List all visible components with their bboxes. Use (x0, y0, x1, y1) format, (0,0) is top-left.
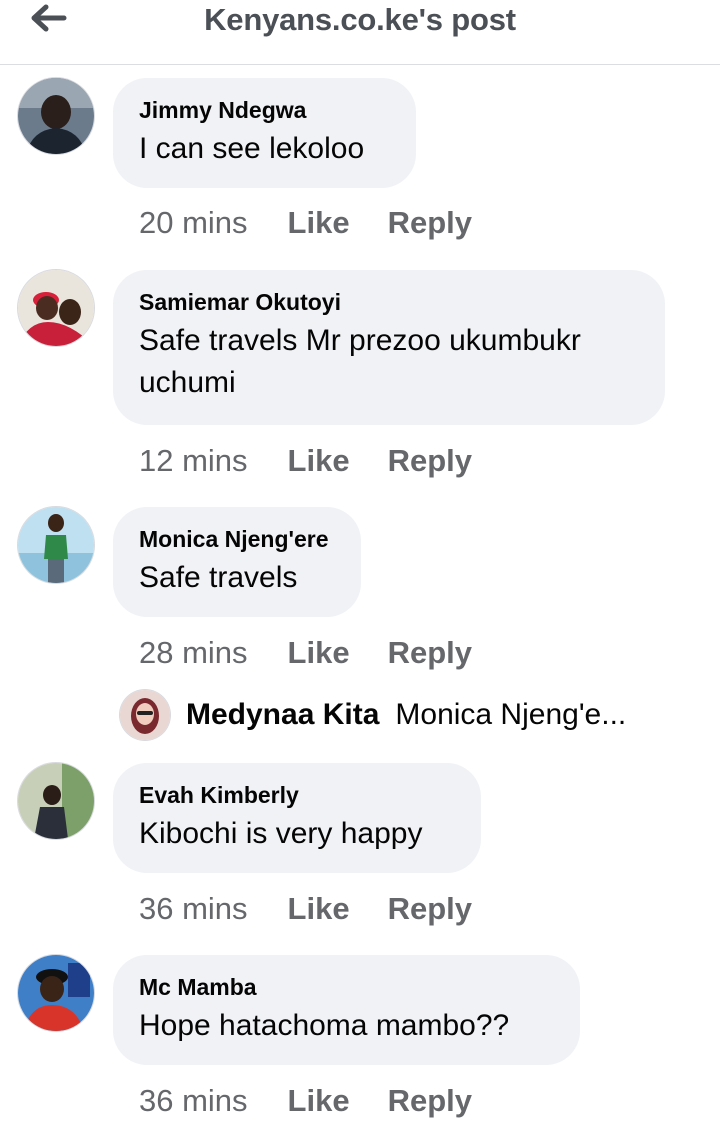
comment-bubble: Monica Njeng'ere Safe travels (113, 507, 361, 617)
top-bar: Kenyans.co.ke's post (0, 0, 720, 65)
comment-text: Kibochi is very happy (139, 817, 423, 850)
reply-button[interactable]: Reply (388, 204, 472, 242)
comment-bubble: Jimmy Ndegwa I can see lekoloo (113, 78, 416, 188)
comment-author[interactable]: Mc Mamba (139, 973, 552, 1001)
comment-time: 20 mins (139, 205, 248, 240)
reply-button[interactable]: Reply (388, 634, 472, 672)
like-button[interactable]: Like (288, 634, 350, 672)
reply-text: Monica Njeng'e... (395, 698, 627, 731)
like-button[interactable]: Like (288, 890, 350, 928)
comment-text: Safe travels (139, 561, 298, 594)
avatar[interactable] (18, 78, 94, 154)
comment-author[interactable]: Monica Njeng'ere (139, 525, 333, 553)
comment-time: 28 mins (139, 635, 248, 670)
like-button[interactable]: Like (288, 204, 350, 242)
reply-button[interactable]: Reply (388, 890, 472, 928)
avatar[interactable] (18, 763, 94, 839)
comment-time: 12 mins (139, 443, 248, 478)
comment-actions: 20 mins Like Reply (139, 204, 472, 242)
comment-actions: 12 mins Like Reply (139, 442, 472, 480)
comment-text: I can see lekoloo (139, 132, 365, 165)
comment-text: Safe travels Mr prezoo ukumbukr uchumi (139, 324, 581, 399)
comment-bubble: Samiemar Okutoyi Safe travels Mr prezoo … (113, 270, 665, 425)
comment-author[interactable]: Evah Kimberly (139, 781, 453, 809)
avatar[interactable] (120, 690, 170, 740)
reply-author: Medynaa Kita (186, 698, 380, 731)
comment-actions: 36 mins Like Reply (139, 1082, 472, 1120)
comment-time: 36 mins (139, 891, 248, 926)
like-button[interactable]: Like (288, 442, 350, 480)
comment-author[interactable]: Jimmy Ndegwa (139, 96, 388, 124)
reply-button[interactable]: Reply (388, 442, 472, 480)
avatar[interactable] (18, 507, 94, 583)
like-button[interactable]: Like (288, 1082, 350, 1120)
comment-bubble: Mc Mamba Hope hatachoma mambo?? (113, 955, 580, 1065)
page-title: Kenyans.co.ke's post (204, 2, 516, 37)
avatar[interactable] (18, 270, 94, 346)
avatar[interactable] (18, 955, 94, 1031)
comment-actions: 28 mins Like Reply (139, 634, 472, 672)
reply-button[interactable]: Reply (388, 1082, 472, 1120)
reply-preview[interactable]: Medynaa Kita Monica Njeng'e... (120, 690, 700, 740)
comment-author[interactable]: Samiemar Okutoyi (139, 288, 637, 316)
comment-text: Hope hatachoma mambo?? (139, 1009, 510, 1042)
comment-bubble: Evah Kimberly Kibochi is very happy (113, 763, 481, 873)
comment-time: 36 mins (139, 1083, 248, 1118)
comment-actions: 36 mins Like Reply (139, 890, 472, 928)
